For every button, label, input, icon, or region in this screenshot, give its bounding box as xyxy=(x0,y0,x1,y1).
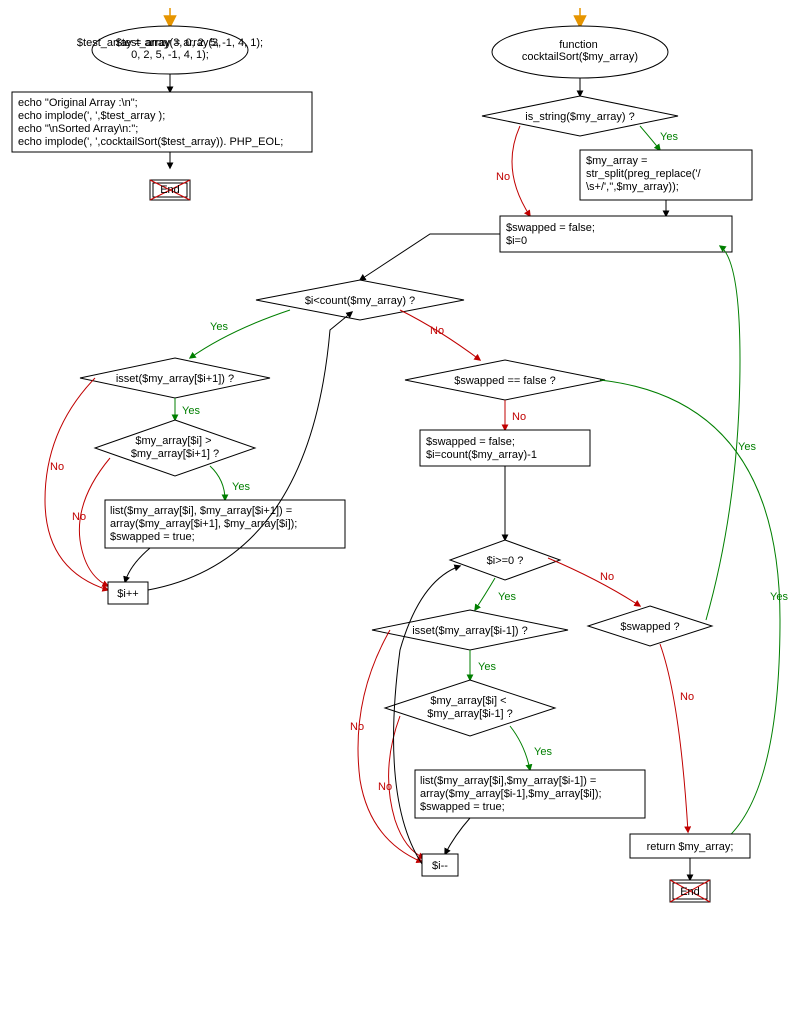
flowchart-canvas: $test_array = array(3, 0, 2, 5, -1, 4, 1… xyxy=(0,0,793,1020)
lbl-swapped-yes: Yes xyxy=(738,441,756,453)
edge-fwd-yes xyxy=(190,310,290,358)
dec-gt-text: $my_array[$i] > $my_array[$i+1] ? xyxy=(131,435,219,460)
edge-issetprev-no xyxy=(358,630,422,862)
edge-isstring-yes xyxy=(640,126,660,150)
edge-bwd-yes xyxy=(475,578,495,610)
lbl-gt-yes: Yes xyxy=(232,481,250,493)
edge-init-fwdloop xyxy=(360,234,500,280)
edge-swapped-yes xyxy=(706,246,740,620)
lbl-issetnext-no: No xyxy=(50,461,64,473)
dec-swapped-text: $swapped ? xyxy=(620,621,679,633)
dec-is-string-text: is_string($my_array) ? xyxy=(525,111,634,123)
lbl-issetnext-yes: Yes xyxy=(182,405,200,417)
proc-inc-text: $i++ xyxy=(117,588,138,600)
proc-dec-text: $i-- xyxy=(432,860,448,872)
proc-return-text: return $my_array; xyxy=(647,841,734,853)
left-end-node: End xyxy=(150,180,190,200)
lbl-bwd-no: No xyxy=(600,571,614,583)
edge-bwd-no xyxy=(548,558,640,606)
lbl-swapped-no: No xyxy=(680,691,694,703)
lbl-lt-yes: Yes xyxy=(534,746,552,758)
edge-lt-yes xyxy=(510,726,530,770)
lbl-bwd-yes: Yes xyxy=(498,591,516,603)
dec-lt-text: $my_array[$i] < $my_array[$i-1] ? xyxy=(427,695,513,720)
lbl-isstring-no: No xyxy=(496,171,510,183)
lbl-issetprev-yes: Yes xyxy=(478,661,496,673)
edge-isstring-no xyxy=(512,126,530,216)
lbl-swf-no: No xyxy=(512,411,526,423)
left-start-text-line1: $test_array = array(3, 0, 2, 5, -1, 4, 1… xyxy=(116,37,225,61)
lbl-lt-no: No xyxy=(378,781,392,793)
lbl-fwd-no: No xyxy=(430,325,444,337)
lbl-gt-no: No xyxy=(72,511,86,523)
dec-swapped-false-text: $swapped == false ? xyxy=(454,375,556,387)
dec-isset-next-text: isset($my_array[$i+1]) ? xyxy=(116,373,234,385)
right-end-node: End xyxy=(670,880,710,902)
edge-issetnext-no xyxy=(45,378,108,590)
lbl-isstring-yes: Yes xyxy=(660,131,678,143)
edge-swapped-no xyxy=(660,644,688,832)
lbl-fwd-yes: Yes xyxy=(210,321,228,333)
dec-fwd-loop-text: $i<count($my_array) ? xyxy=(305,295,415,307)
lbl-issetprev-no: No xyxy=(350,721,364,733)
dec-isset-prev-text: isset($my_array[$i-1]) ? xyxy=(412,625,528,637)
edge-gt-yes xyxy=(210,466,225,500)
lbl-swf-yes: Yes xyxy=(770,591,788,603)
dec-bwd-loop-text: $i>=0 ? xyxy=(487,555,524,567)
edge-swapbwd-dec xyxy=(445,818,470,854)
edge-swapfwd-inc xyxy=(125,548,150,582)
left-end-label: End xyxy=(160,184,180,196)
right-end-label: End xyxy=(680,886,700,898)
